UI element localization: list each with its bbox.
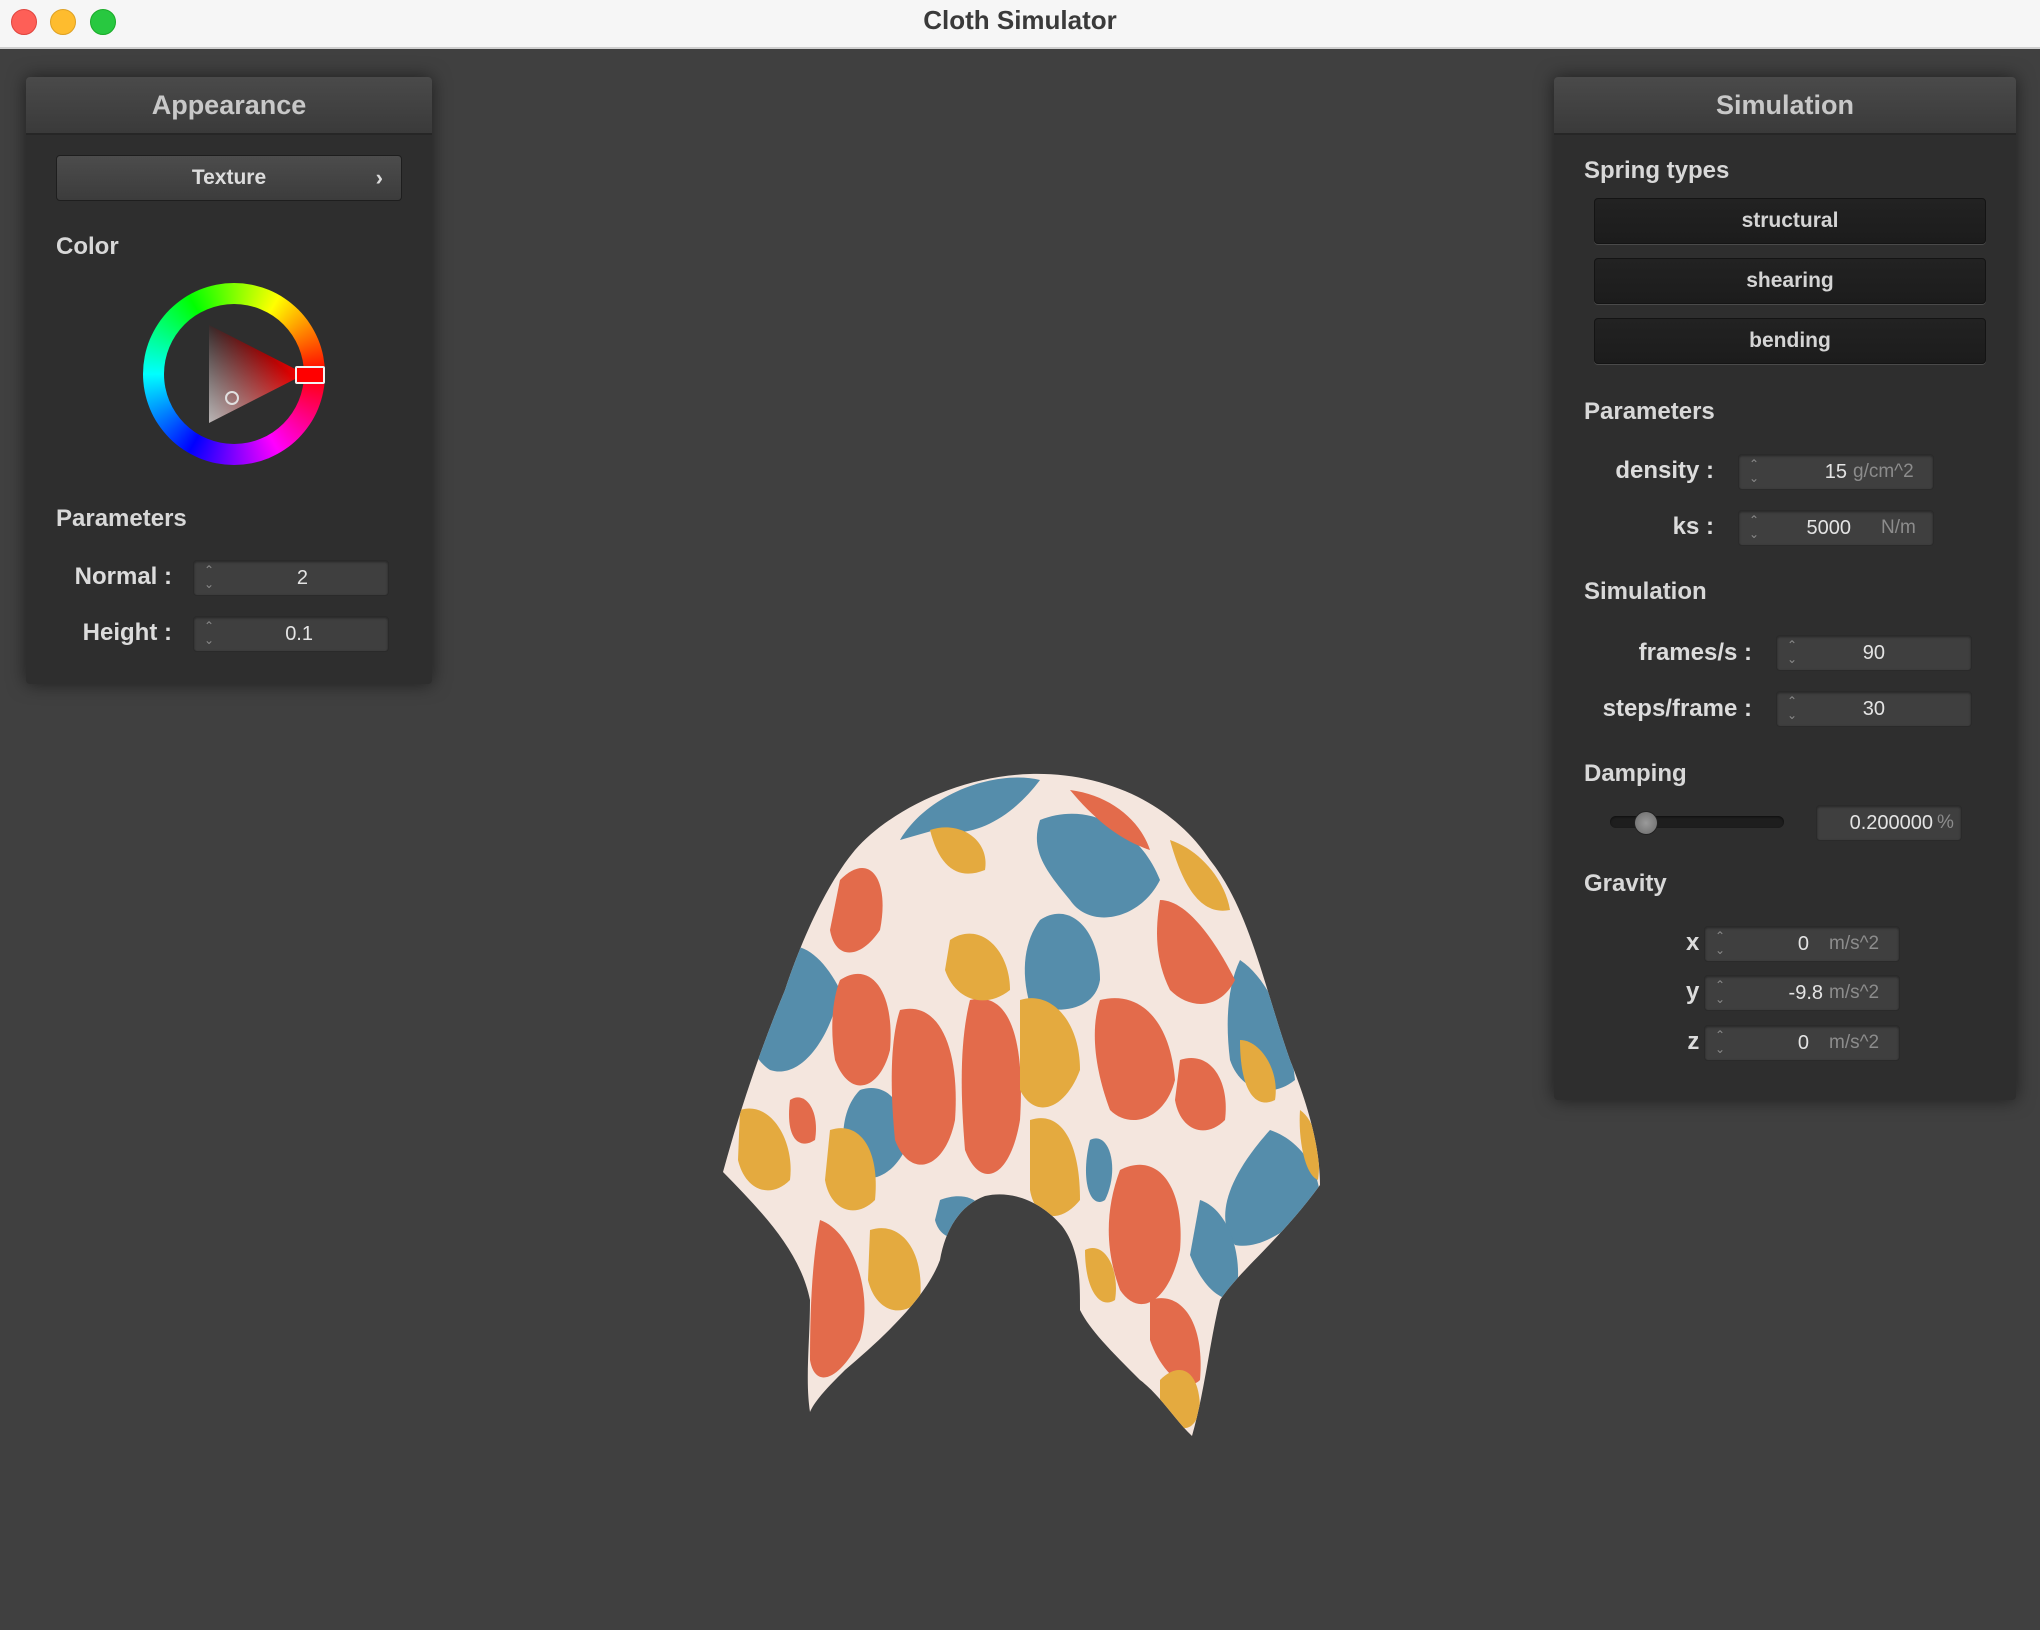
frames-per-second-value: 90	[1862, 642, 1885, 664]
window-title: Cloth Simulator	[923, 5, 1117, 35]
gravity-z-input[interactable]: ⌃ ⌄ 0 m/s^2	[1704, 1025, 1900, 1061]
damping-value: 0.200000	[1849, 812, 1933, 834]
appearance-panel-title[interactable]: Appearance	[26, 77, 432, 135]
ks-unit: N/m	[1881, 517, 1916, 538]
gravity-y-input[interactable]: ⌃ ⌄ -9.8 m/s^2	[1704, 975, 1900, 1011]
title-bar: Cloth Simulator	[0, 0, 2040, 49]
gravity-z-label: z :	[1687, 1028, 1714, 1055]
shearing-toggle-button[interactable]: shearing	[1594, 258, 1986, 304]
ks-label: ks :	[1672, 513, 1714, 540]
gravity-z-value: 0	[1797, 1032, 1809, 1054]
gravity-label: Gravity	[1584, 870, 1667, 897]
height-value: 0.1	[285, 623, 313, 645]
normal-value: 2	[296, 567, 308, 589]
damping-slider-knob[interactable]	[1634, 811, 1658, 835]
density-value: 15	[1824, 461, 1847, 483]
gravity-x-input[interactable]: ⌃ ⌄ 0 m/s^2	[1704, 926, 1900, 962]
appearance-parameters-label: Parameters	[56, 505, 187, 532]
density-label: density :	[1615, 457, 1714, 484]
spring-types-label: Spring types	[1584, 157, 1730, 184]
normal-label: Normal :	[74, 563, 172, 590]
simulation-parameters-label: Parameters	[1584, 398, 1715, 425]
damping-unit: %	[1937, 812, 1954, 833]
color-label: Color	[56, 233, 119, 260]
gravity-y-label: y :	[1685, 978, 1714, 1005]
height-label: Height :	[82, 619, 172, 646]
gravity-y-value: -9.8	[1788, 982, 1823, 1004]
texture-button[interactable]: Texture ›	[56, 155, 402, 201]
simulation-section-label: Simulation	[1584, 578, 1707, 605]
damping-label: Damping	[1584, 760, 1687, 787]
frames-per-second-label: frames/s :	[1638, 639, 1752, 666]
steps-per-frame-label: steps/frame :	[1602, 695, 1752, 722]
chevron-right-icon: ›	[375, 165, 383, 190]
simulation-panel-title[interactable]: Simulation	[1554, 77, 2016, 135]
structural-toggle-button[interactable]: structural	[1594, 198, 1986, 244]
appearance-panel: Appearance Texture › Color Parameters No…	[26, 77, 432, 684]
ks-input[interactable]: ⌃ ⌄ 5000 N/m	[1738, 510, 1934, 546]
gravity-x-unit: m/s^2	[1829, 933, 1880, 954]
height-input[interactable]: ⌃ ⌄ 0.1	[193, 616, 389, 652]
simulation-panel: Simulation Spring types structural shear…	[1554, 77, 2016, 1100]
frames-per-second-input[interactable]: ⌃ ⌄ 90	[1776, 635, 1972, 671]
hue-picker-handle[interactable]	[295, 366, 325, 384]
bending-toggle-button[interactable]: bending	[1594, 318, 1986, 364]
texture-button-label: Texture	[191, 166, 267, 189]
gravity-y-unit: m/s^2	[1829, 982, 1880, 1003]
gravity-x-value: 0	[1797, 933, 1809, 955]
color-wheel[interactable]	[143, 283, 325, 465]
ks-value: 5000	[1806, 517, 1852, 539]
damping-input[interactable]: 0.200000 %	[1816, 805, 1962, 841]
density-unit: g/cm^2	[1853, 461, 1914, 482]
steps-per-frame-value: 30	[1862, 698, 1885, 720]
density-input[interactable]: ⌃ ⌄ 15 g/cm^2	[1738, 454, 1934, 490]
normal-input[interactable]: ⌃ ⌄ 2	[193, 560, 389, 596]
gravity-x-label: x :	[1685, 929, 1714, 956]
steps-per-frame-input[interactable]: ⌃ ⌄ 30	[1776, 691, 1972, 727]
gravity-z-unit: m/s^2	[1829, 1032, 1880, 1053]
